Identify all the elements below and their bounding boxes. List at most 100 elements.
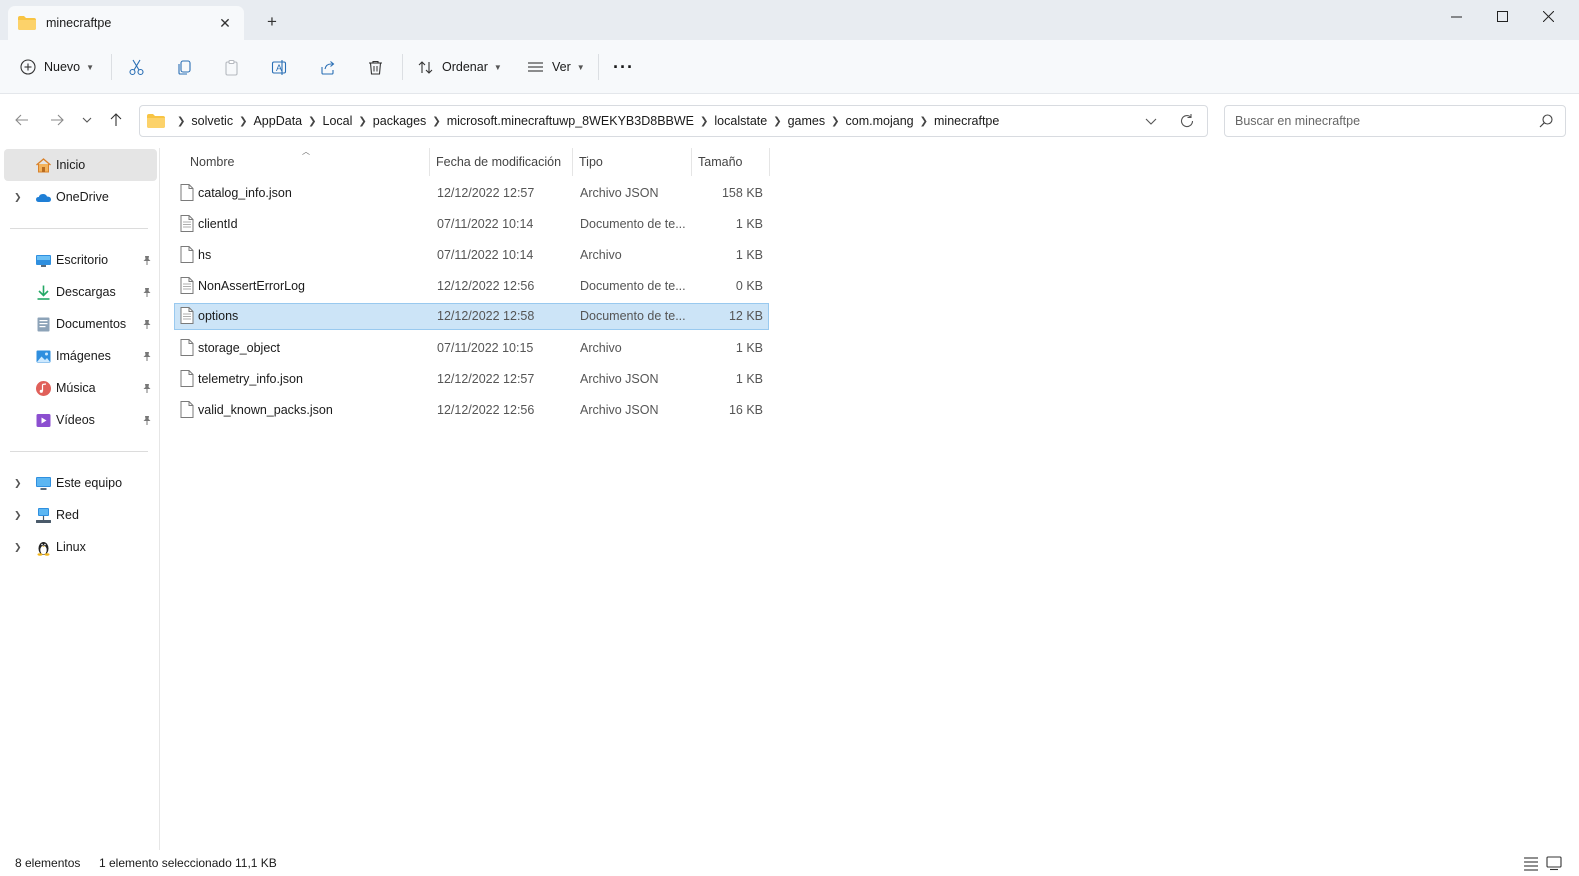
chevron-right-icon[interactable]: ❯ [308, 116, 316, 127]
sidebar-item-musica[interactable]: Música [4, 372, 157, 404]
chevron-right-icon[interactable]: ❯ [920, 116, 928, 127]
sidebar-item-inicio[interactable]: Inicio [4, 149, 157, 181]
file-type: Archivo JSON [580, 186, 659, 200]
sidebar-item-label: Este equipo [56, 476, 123, 490]
breadcrumb-localstate[interactable]: localstate [714, 114, 767, 128]
file-size: 0 KB [735, 279, 763, 293]
chevron-right-icon[interactable]: ❯ [239, 116, 247, 127]
search-input[interactable] [1235, 114, 1525, 128]
file-name: telemetry_info.json [198, 372, 303, 386]
cut-button[interactable] [128, 53, 145, 81]
column-header-date[interactable]: Fecha de modificación [436, 148, 571, 176]
chevron-right-icon[interactable]: ❯ [14, 510, 24, 521]
address-history-chevron-icon[interactable] [1143, 113, 1159, 129]
chevron-right-icon[interactable]: ❯ [700, 116, 708, 127]
pin-icon[interactable] [142, 351, 152, 361]
up-arrow-icon[interactable] [105, 109, 127, 131]
table-row[interactable]: telemetry_info.json 12/12/2022 12:57 Arc… [174, 366, 769, 393]
breadcrumb-minecraftuwp[interactable]: microsoft.minecraftuwp_8WEKYB3D8BBWE [447, 114, 694, 128]
chevron-right-icon[interactable]: ❯ [432, 116, 440, 127]
chevron-down-icon: ▼ [493, 62, 502, 72]
delete-button[interactable] [367, 53, 384, 81]
breadcrumb-appdata[interactable]: AppData [253, 114, 302, 128]
tab-minecraftpe[interactable]: minecraftpe ✕ [8, 6, 244, 40]
column-header-type[interactable]: Tipo [579, 148, 689, 176]
forward-arrow-icon[interactable] [46, 109, 68, 131]
sidebar-item-videos[interactable]: Vídeos [4, 404, 157, 436]
details-view-icon[interactable] [1522, 854, 1540, 872]
recent-locations-chevron-icon[interactable] [76, 109, 98, 131]
table-row[interactable]: catalog_info.json 12/12/2022 12:57 Archi… [174, 180, 769, 207]
view-button[interactable]: Ver ▼ [527, 53, 585, 81]
maximize-icon[interactable] [1479, 0, 1525, 32]
chevron-right-icon[interactable]: ❯ [358, 116, 366, 127]
paste-button[interactable] [223, 53, 240, 81]
chevron-right-icon[interactable]: ❯ [773, 116, 781, 127]
file-name: catalog_info.json [198, 186, 292, 200]
blank-file-icon [180, 339, 194, 356]
sidebar-item-imagenes[interactable]: Imágenes [4, 340, 157, 372]
breadcrumb-local[interactable]: Local [323, 114, 353, 128]
blank-file-icon [180, 401, 194, 418]
breadcrumb-minecraftpe[interactable]: minecraftpe [934, 114, 999, 128]
column-header-size[interactable]: Tamaño [698, 148, 768, 176]
breadcrumb-com-mojang[interactable]: com.mojang [846, 114, 914, 128]
divider [111, 54, 112, 80]
table-row[interactable]: NonAssertErrorLog 12/12/2022 12:56 Docum… [174, 273, 769, 300]
breadcrumb-packages[interactable]: packages [373, 114, 427, 128]
table-row[interactable]: storage_object 07/11/2022 10:15 Archivo … [174, 335, 769, 362]
breadcrumb-solvetic[interactable]: solvetic [191, 114, 233, 128]
table-row[interactable]: valid_known_packs.json 12/12/2022 12:56 … [174, 397, 769, 424]
column-divider[interactable] [429, 148, 430, 176]
share-button[interactable] [319, 53, 336, 81]
chevron-right-icon[interactable]: ❯ [177, 116, 185, 127]
file-date: 07/11/2022 10:14 [437, 248, 534, 262]
table-row[interactable]: hs 07/11/2022 10:14 Archivo 1 KB [174, 242, 769, 269]
sidebar-item-red[interactable]: ❯ Red [4, 499, 157, 531]
rename-button[interactable]: A [271, 53, 288, 81]
column-header-name[interactable]: Nombre [190, 148, 426, 176]
chevron-right-icon[interactable]: ❯ [831, 116, 839, 127]
minimize-icon[interactable] [1433, 0, 1479, 32]
more-options-button[interactable]: ··· [613, 53, 634, 81]
sidebar-item-onedrive[interactable]: ❯ OneDrive [4, 181, 157, 213]
sort-button[interactable]: Ordenar ▼ [417, 53, 502, 81]
breadcrumb-games[interactable]: games [788, 114, 826, 128]
pin-icon[interactable] [142, 287, 152, 297]
sidebar-item-linux[interactable]: ❯ Linux [4, 531, 157, 563]
sort-button-label: Ordenar [442, 60, 488, 74]
file-name: NonAssertErrorLog [198, 279, 305, 293]
chevron-right-icon[interactable]: ❯ [14, 478, 24, 489]
new-button[interactable]: Nuevo ▼ [20, 53, 94, 81]
search-icon[interactable] [1539, 114, 1553, 128]
chevron-down-icon: ▼ [576, 62, 585, 72]
pin-icon[interactable] [142, 415, 152, 425]
column-divider[interactable] [691, 148, 692, 176]
chevron-right-icon[interactable]: ❯ [14, 192, 24, 203]
table-row[interactable]: clientId 07/11/2022 10:14 Documento de t… [174, 211, 769, 238]
sidebar-item-documentos[interactable]: Documentos [4, 308, 157, 340]
pin-icon[interactable] [142, 319, 152, 329]
column-divider[interactable] [572, 148, 573, 176]
copy-icon [178, 59, 191, 75]
pin-icon[interactable] [142, 255, 152, 265]
pictures-icon [36, 350, 51, 362]
svg-text:A: A [276, 63, 282, 73]
new-tab-button[interactable]: + [262, 12, 282, 32]
sidebar-item-este-equipo[interactable]: ❯ Este equipo [4, 467, 157, 499]
pin-icon[interactable] [142, 383, 152, 393]
column-divider[interactable] [769, 148, 770, 176]
back-arrow-icon[interactable] [11, 109, 33, 131]
close-window-icon[interactable] [1525, 0, 1571, 32]
sidebar-item-escritorio[interactable]: Escritorio [4, 244, 157, 276]
refresh-icon[interactable] [1179, 113, 1195, 129]
chevron-right-icon[interactable]: ❯ [14, 542, 24, 553]
address-bar[interactable]: ❯ solvetic ❯ AppData ❯ Local ❯ packages … [139, 105, 1208, 137]
search-box[interactable] [1224, 105, 1566, 137]
close-tab-icon[interactable]: ✕ [216, 14, 234, 32]
sidebar-item-descargas[interactable]: Descargas [4, 276, 157, 308]
table-row-selected[interactable]: options 12/12/2022 12:58 Documento de te… [174, 303, 769, 330]
tab-title: minecraftpe [46, 16, 112, 30]
copy-button[interactable] [176, 53, 193, 81]
tiles-view-icon[interactable] [1545, 854, 1563, 872]
